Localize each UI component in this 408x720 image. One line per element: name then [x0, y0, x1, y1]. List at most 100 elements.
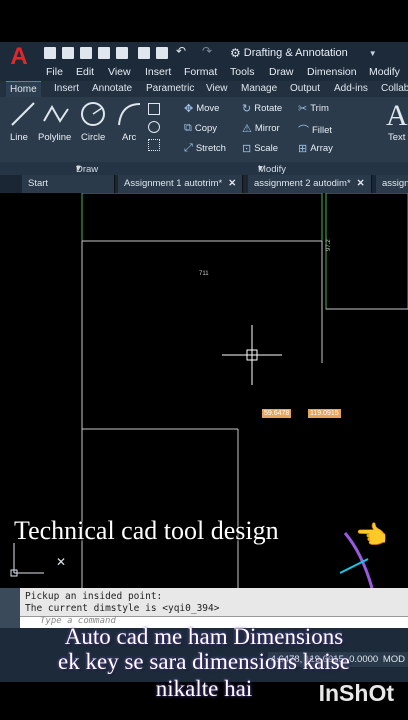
hatch-icon[interactable] — [148, 139, 160, 151]
file-tab-assignment2[interactable]: assignment 2 autodim* ✕ — [248, 175, 372, 193]
copy-icon: ⧉ — [184, 122, 192, 134]
line-tool-label[interactable]: Line — [10, 132, 28, 143]
save-as-icon[interactable] — [98, 47, 110, 59]
close-icon[interactable]: ✕ — [357, 178, 365, 189]
dynamic-input-x[interactable]: 59.6478 — [262, 409, 292, 418]
rotate-icon: ↻ — [242, 103, 252, 115]
array-button[interactable]: ⊞ Array — [298, 142, 333, 155]
command-history-line: Pickup an insided point: — [25, 591, 163, 602]
command-history-line: The current dimstyle is <yqi0_394> — [25, 603, 220, 614]
redo-icon[interactable]: ↷ — [202, 44, 214, 58]
polyline-tool-label[interactable]: Polyline — [38, 132, 71, 143]
file-tabs: Start Assignment 1 autotrim* ✕ assignment… — [0, 175, 408, 193]
menu-file[interactable]: File — [46, 66, 63, 78]
fillet-button[interactable]: ⌒ Fillet — [298, 122, 332, 138]
tab-annotate[interactable]: Annotate — [92, 83, 132, 94]
menu-modify[interactable]: Modify — [369, 66, 400, 78]
open-file-icon[interactable] — [62, 47, 74, 59]
trim-label: Trim — [310, 103, 329, 114]
circle-icon[interactable] — [80, 101, 106, 127]
menu-insert[interactable]: Insert — [145, 66, 171, 78]
fillet-icon: ⌒ — [298, 125, 309, 137]
ribbon-tabs: Home Insert Annotate Parametric View Man… — [0, 81, 408, 98]
new-file-icon[interactable] — [44, 47, 56, 59]
workspace-label: Drafting & Annotation — [243, 47, 348, 59]
save-web-icon[interactable] — [138, 47, 150, 59]
menu-tools[interactable]: Tools — [230, 66, 255, 78]
undo-icon[interactable]: ↶ — [176, 44, 188, 58]
draw-panel-title[interactable]: Draw ▾ — [76, 163, 98, 175]
mirror-label: Mirror — [254, 123, 280, 134]
pointing-hand-icon: 👈 — [355, 520, 388, 550]
stretch-icon: ⤢ — [184, 142, 193, 154]
tab-collab[interactable]: Collab — [381, 83, 408, 94]
circle-tool-label[interactable]: Circle — [81, 132, 105, 143]
polyline-icon[interactable] — [42, 101, 70, 127]
menu-dimension[interactable]: Dimension — [307, 66, 357, 78]
file-tab-start[interactable]: Start — [22, 175, 115, 193]
mirror-button[interactable]: ⚠ Mirror — [242, 122, 280, 135]
close-icon[interactable]: ✕ — [228, 178, 236, 189]
arc-tool-label[interactable]: Arc — [122, 132, 136, 143]
workspace-switcher[interactable]: ⚙ Drafting & Annotation ▼ — [230, 45, 377, 61]
text-tool-label[interactable]: Text — [388, 132, 405, 143]
array-label: Array — [310, 143, 333, 154]
ellipse-icon[interactable] — [148, 121, 160, 133]
caption-line-1: Auto cad me ham Dimensions — [64, 624, 344, 649]
tab-view[interactable]: View — [206, 83, 228, 94]
tab-parametric[interactable]: Parametric — [146, 83, 194, 94]
text-icon[interactable]: A — [386, 99, 408, 133]
ribbon-panel: Line Polyline Circle Arc ✥ Move ↻ Rotate ✂… — [0, 97, 408, 162]
copy-label: Copy — [194, 123, 218, 134]
autocad-window: A ↶ ↷ ⚙ Drafting & Annotation ▼ File Edi… — [0, 42, 408, 682]
move-button[interactable]: ✥ Move — [184, 102, 219, 115]
open-web-icon[interactable] — [116, 47, 128, 59]
dynamic-input-y[interactable]: 119.0915 — [308, 409, 341, 418]
ribbon-panel-titles: Draw ▾ Modify ▾ — [0, 162, 408, 175]
trim-button[interactable]: ✂ Trim — [298, 102, 329, 115]
print-icon[interactable] — [156, 47, 168, 59]
tab-output[interactable]: Output — [290, 83, 320, 94]
tab-manage[interactable]: Manage — [241, 83, 277, 94]
tab-addins[interactable]: Add-ins — [334, 83, 368, 94]
file-tab-assign[interactable]: assign — [376, 175, 408, 193]
menu-bar: File Edit View Insert Format Tools Draw … — [0, 64, 408, 81]
scale-button[interactable]: ⊡ Scale — [242, 142, 278, 155]
chevron-down-icon: ▼ — [368, 48, 377, 58]
file-tab-assignment1[interactable]: Assignment 1 autotrim* ✕ — [118, 175, 244, 193]
dimension-text: 711 — [199, 271, 209, 277]
dimension-vertical-text: 97.2 — [326, 239, 332, 251]
quick-access-toolbar: A ↶ ↷ ⚙ Drafting & Annotation ▼ — [0, 42, 408, 70]
line-icon[interactable] — [10, 101, 36, 127]
modify-panel-title[interactable]: Modify ▾ — [258, 163, 286, 175]
rotate-label: Rotate — [254, 103, 283, 114]
gear-icon: ⚙ — [230, 46, 241, 60]
fillet-label: Fillet — [312, 124, 333, 136]
arc-icon[interactable] — [116, 101, 142, 127]
command-window: Pickup an insided point: The current dim… — [0, 588, 408, 629]
array-icon: ⊞ — [298, 143, 308, 155]
tab-insert[interactable]: Insert — [54, 83, 79, 94]
rotate-button[interactable]: ↻ Rotate — [242, 102, 282, 115]
menu-format[interactable]: Format — [184, 66, 217, 78]
caption-title: Technical cad tool design — [14, 516, 279, 545]
stretch-button[interactable]: ⤢ Stretch — [184, 142, 226, 155]
menu-view[interactable]: View — [108, 66, 131, 78]
inshot-watermark: InShOt — [318, 680, 394, 706]
save-icon[interactable] — [80, 47, 92, 59]
command-window-handle[interactable] — [0, 588, 20, 628]
tab-home[interactable]: Home — [6, 81, 41, 98]
menu-draw[interactable]: Draw — [269, 66, 294, 78]
close-icon[interactable]: ✕ — [56, 555, 66, 569]
stretch-label: Stretch — [195, 143, 226, 154]
caption-line-2: ek key se sara dimensions kaise — [58, 649, 350, 674]
scale-label: Scale — [254, 143, 278, 154]
trim-icon: ✂ — [298, 103, 308, 115]
copy-button[interactable]: ⧉ Copy — [184, 122, 217, 135]
move-icon: ✥ — [184, 103, 194, 115]
mirror-icon: ⚠ — [242, 123, 252, 135]
menu-edit[interactable]: Edit — [76, 66, 94, 78]
move-label: Move — [196, 103, 220, 114]
scale-icon: ⊡ — [242, 143, 252, 155]
rectangle-icon[interactable] — [148, 103, 160, 115]
